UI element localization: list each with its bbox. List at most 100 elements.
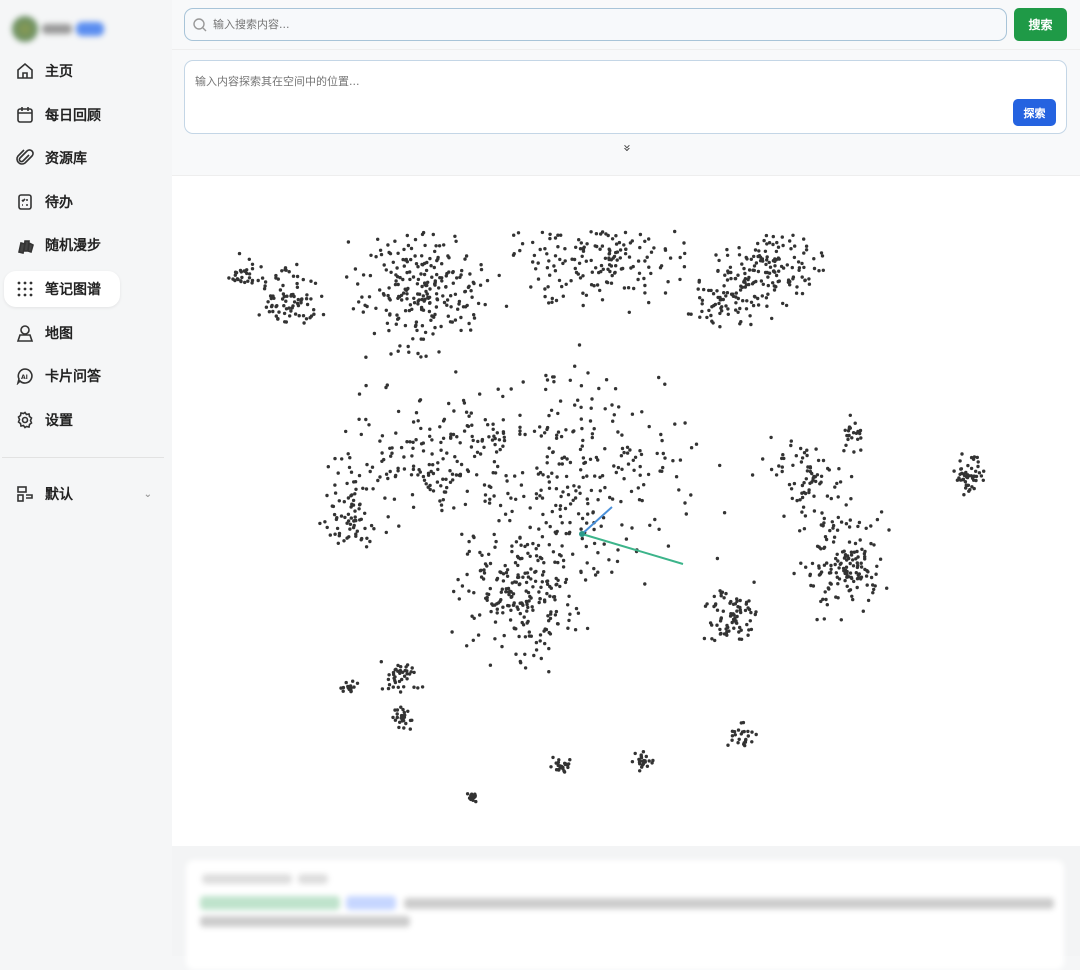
note-point[interactable] <box>429 264 433 268</box>
note-point[interactable] <box>405 260 409 264</box>
note-point[interactable] <box>408 303 413 307</box>
note-point[interactable] <box>351 679 355 683</box>
note-point[interactable] <box>738 598 742 603</box>
note-point[interactable] <box>504 590 508 594</box>
note-point[interactable] <box>435 298 440 302</box>
note-point[interactable] <box>802 251 806 255</box>
note-point[interactable] <box>589 230 593 234</box>
note-point[interactable] <box>647 237 651 241</box>
note-point[interactable] <box>962 473 967 478</box>
note-point[interactable] <box>416 265 420 269</box>
note-point[interactable] <box>726 271 730 275</box>
note-point[interactable] <box>821 524 825 528</box>
note-point[interactable] <box>237 251 242 256</box>
note-point[interactable] <box>533 570 537 574</box>
note-point[interactable] <box>608 495 612 500</box>
note-point[interactable] <box>800 510 804 514</box>
note-point[interactable] <box>473 793 477 798</box>
note-point[interactable] <box>855 549 859 554</box>
note-point[interactable] <box>536 543 541 548</box>
note-point[interactable] <box>520 471 525 475</box>
note-point[interactable] <box>333 532 337 536</box>
note-point[interactable] <box>416 686 420 690</box>
note-point[interactable] <box>441 457 445 461</box>
note-point[interactable] <box>529 634 533 638</box>
note-point[interactable] <box>416 351 420 356</box>
note-point[interactable] <box>769 467 774 472</box>
note-point[interactable] <box>538 639 542 643</box>
note-point[interactable] <box>602 542 606 546</box>
note-point[interactable] <box>814 447 818 451</box>
note-point[interactable] <box>333 456 337 461</box>
note-point[interactable] <box>500 587 504 591</box>
note-point[interactable] <box>743 608 748 613</box>
note-point[interactable] <box>567 618 571 623</box>
note-point[interactable] <box>754 732 758 737</box>
note-point[interactable] <box>428 301 432 305</box>
note-point[interactable] <box>603 407 607 411</box>
note-point[interactable] <box>697 280 701 284</box>
note-point[interactable] <box>402 247 406 252</box>
note-point[interactable] <box>411 275 416 279</box>
note-point[interactable] <box>600 298 605 302</box>
note-point[interactable] <box>613 387 618 391</box>
note-point[interactable] <box>863 557 867 561</box>
note-point[interactable] <box>570 257 574 261</box>
note-point[interactable] <box>609 281 614 285</box>
note-point[interactable] <box>409 257 413 262</box>
note-point[interactable] <box>568 502 573 506</box>
note-point[interactable] <box>387 683 392 687</box>
note-point[interactable] <box>547 259 551 263</box>
note-point[interactable] <box>603 447 607 451</box>
note-point[interactable] <box>506 491 510 496</box>
note-point[interactable] <box>402 726 406 730</box>
note-point[interactable] <box>445 298 450 302</box>
note-point[interactable] <box>739 320 743 324</box>
note-point[interactable] <box>523 571 527 575</box>
note-point[interactable] <box>458 441 462 445</box>
note-point[interactable] <box>828 581 832 585</box>
note-point[interactable] <box>618 256 622 260</box>
note-point[interactable] <box>832 535 837 539</box>
note-point[interactable] <box>545 378 550 382</box>
note-point[interactable] <box>875 517 880 522</box>
note-point[interactable] <box>642 276 646 281</box>
note-point[interactable] <box>845 584 849 588</box>
note-point[interactable] <box>829 496 833 501</box>
note-point[interactable] <box>537 600 541 605</box>
note-point[interactable] <box>554 768 559 772</box>
note-point[interactable] <box>368 273 373 278</box>
note-point[interactable] <box>585 561 589 565</box>
note-point[interactable] <box>846 437 850 442</box>
note-point[interactable] <box>545 591 549 596</box>
note-point[interactable] <box>460 584 465 588</box>
note-point[interactable] <box>573 403 577 407</box>
note-point[interactable] <box>696 287 700 291</box>
note-point[interactable] <box>789 487 794 491</box>
note-point[interactable] <box>777 269 781 273</box>
note-point[interactable] <box>734 301 738 305</box>
note-point[interactable] <box>625 445 630 449</box>
note-point[interactable] <box>554 609 559 614</box>
note-point[interactable] <box>342 500 346 504</box>
note-point[interactable] <box>509 387 513 391</box>
note-point[interactable] <box>807 277 811 281</box>
note-point[interactable] <box>837 467 841 471</box>
note-point[interactable] <box>495 431 499 435</box>
note-point[interactable] <box>435 480 440 484</box>
note-point[interactable] <box>709 313 713 318</box>
note-point[interactable] <box>363 511 367 515</box>
note-point[interactable] <box>782 514 786 518</box>
note-point[interactable] <box>474 799 478 804</box>
note-point[interactable] <box>501 572 506 576</box>
note-point[interactable] <box>406 243 411 248</box>
note-point[interactable] <box>743 271 747 276</box>
note-point[interactable] <box>465 792 470 796</box>
note-point[interactable] <box>428 427 432 431</box>
note-point[interactable] <box>337 499 341 503</box>
note-point[interactable] <box>746 633 750 637</box>
note-point[interactable] <box>450 320 454 324</box>
note-point[interactable] <box>559 434 564 439</box>
note-point[interactable] <box>283 268 287 272</box>
note-point[interactable] <box>557 462 561 466</box>
